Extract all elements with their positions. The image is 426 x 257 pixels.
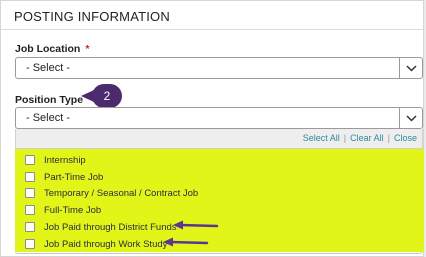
multiselect-toolbar: Select All | Clear All | Close [15,129,423,149]
option-checkbox[interactable] [25,172,35,182]
option-checkbox[interactable] [25,222,35,232]
annotation-arrow-icon [163,237,209,247]
option-checkbox[interactable] [25,155,35,165]
position-type-select[interactable]: - Select - [15,107,423,129]
separator: | [387,133,390,143]
select-all-link[interactable]: Select All [303,133,340,143]
job-location-label: Job Location * [15,43,89,55]
option-label: Part-Time Job [44,171,104,183]
position-type-options: Internship Part-Time Job Temporary / Sea… [15,149,424,252]
chevron-down-icon[interactable] [399,58,422,78]
option-full-time[interactable]: Full-Time Job [15,202,424,218]
step-badge: 2 [92,84,122,108]
clear-all-link[interactable]: Clear All [350,133,384,143]
option-label: Job Paid through Work Study [44,238,168,250]
section-header: POSTING INFORMATION [1,1,423,30]
required-asterisk: * [85,43,90,55]
option-label: Internship [44,154,86,166]
job-location-select[interactable]: - Select - [15,57,423,79]
option-temporary-seasonal-contract[interactable]: Temporary / Seasonal / Contract Job [15,185,424,201]
separator: | [343,133,347,143]
option-label: Job Paid through District Funds [44,221,177,233]
option-part-time[interactable]: Part-Time Job [15,169,424,185]
step-badge-number: 2 [103,89,111,103]
option-label: Temporary / Seasonal / Contract Job [44,187,199,199]
close-link[interactable]: Close [394,133,417,143]
annotation-arrow-icon [173,220,219,230]
option-checkbox[interactable] [25,239,35,249]
option-label: Full-Time Job [44,204,102,216]
posting-information-panel: POSTING INFORMATION Job Location * - Sele… [0,0,424,257]
option-checkbox[interactable] [25,188,35,198]
job-location-value: - Select - [26,62,71,74]
option-checkbox[interactable] [25,205,35,215]
chevron-down-icon[interactable] [399,108,422,128]
position-type-value: - Select - [26,112,71,124]
section-title: POSTING INFORMATION [14,9,170,24]
position-type-label-text: Position Type [15,94,84,106]
option-internship[interactable]: Internship [15,152,424,168]
job-location-label-text: Job Location [15,43,81,55]
toolbar-links: Select All | Clear All | Close [303,133,417,143]
option-district-funds[interactable]: Job Paid through District Funds [15,219,424,235]
option-work-study[interactable]: Job Paid through Work Study [15,236,424,252]
